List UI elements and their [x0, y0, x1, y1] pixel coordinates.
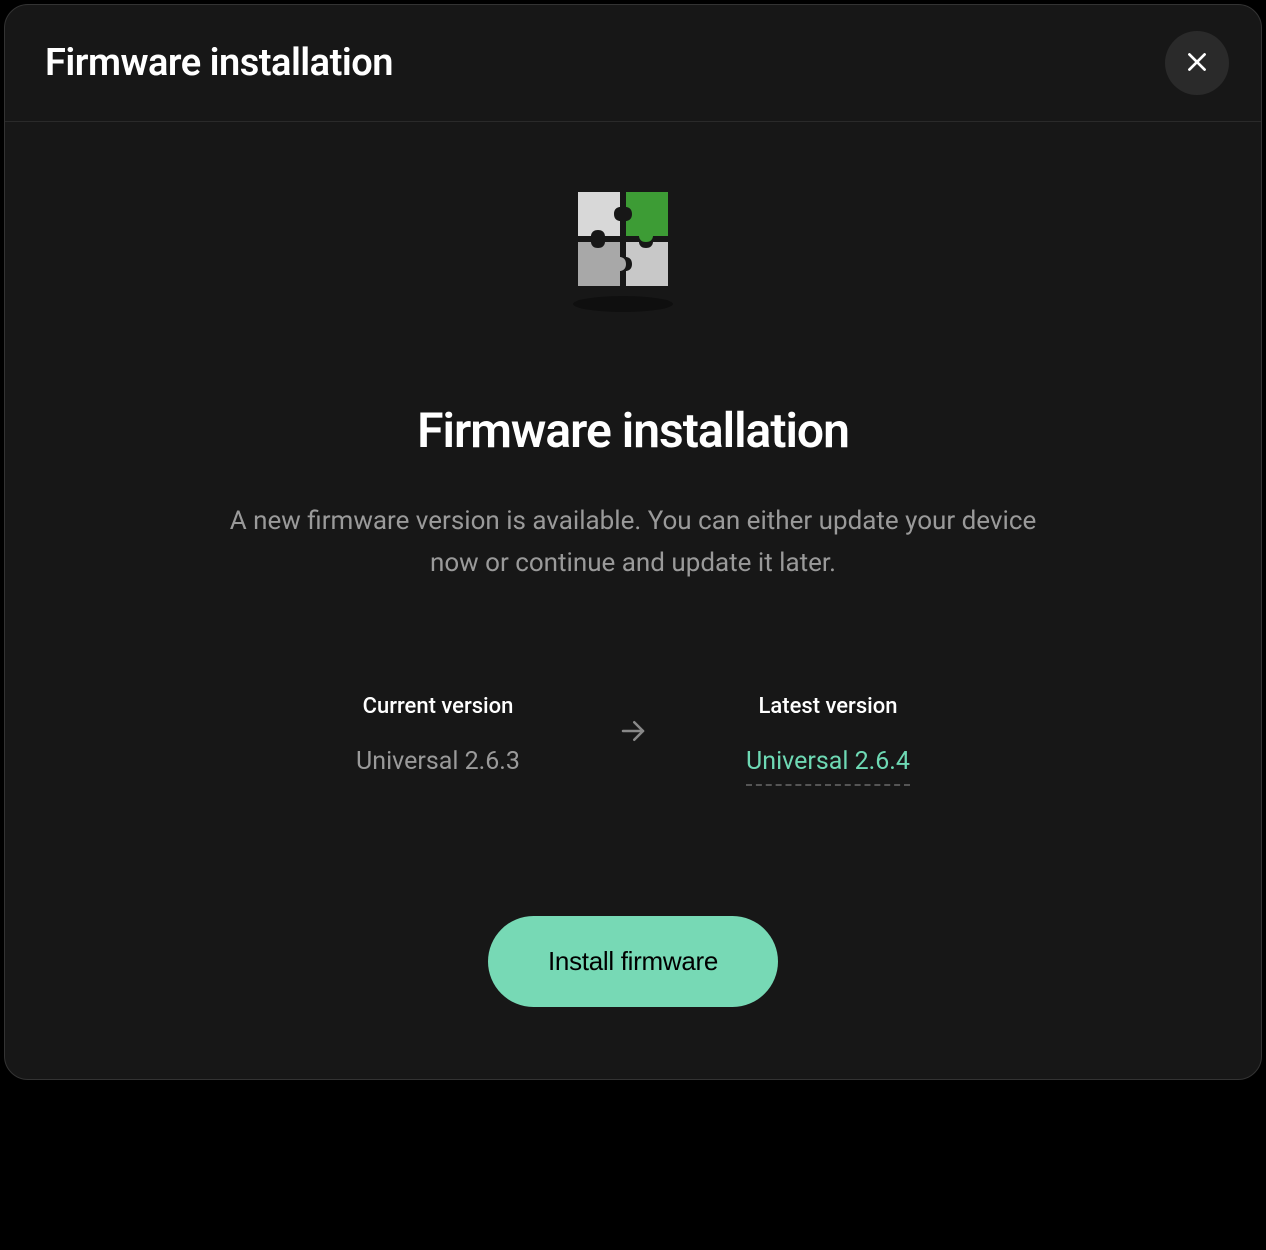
arrow-right-icon [618, 716, 648, 746]
latest-version-block: Latest version Universal 2.6.4 [728, 694, 928, 786]
puzzle-icon [558, 182, 708, 322]
modal-header: Firmware installation [5, 5, 1261, 122]
latest-version-value[interactable]: Universal 2.6.4 [746, 747, 910, 786]
modal-content: Firmware installation A new firmware ver… [5, 122, 1261, 1080]
content-description: A new firmware version is available. You… [223, 501, 1043, 584]
version-comparison: Current version Universal 2.6.3 Latest v… [125, 694, 1141, 786]
install-firmware-button[interactable]: Install firmware [488, 916, 778, 1007]
current-version-block: Current version Universal 2.6.3 [338, 694, 538, 776]
current-version-label: Current version [363, 694, 514, 719]
modal-header-title: Firmware installation [45, 41, 393, 85]
close-button[interactable] [1165, 31, 1229, 95]
content-title: Firmware installation [417, 402, 849, 459]
close-icon [1184, 49, 1210, 78]
current-version-value: Universal 2.6.3 [356, 747, 520, 776]
firmware-install-modal: Firmware installation [4, 4, 1262, 1080]
latest-version-label: Latest version [759, 694, 898, 719]
